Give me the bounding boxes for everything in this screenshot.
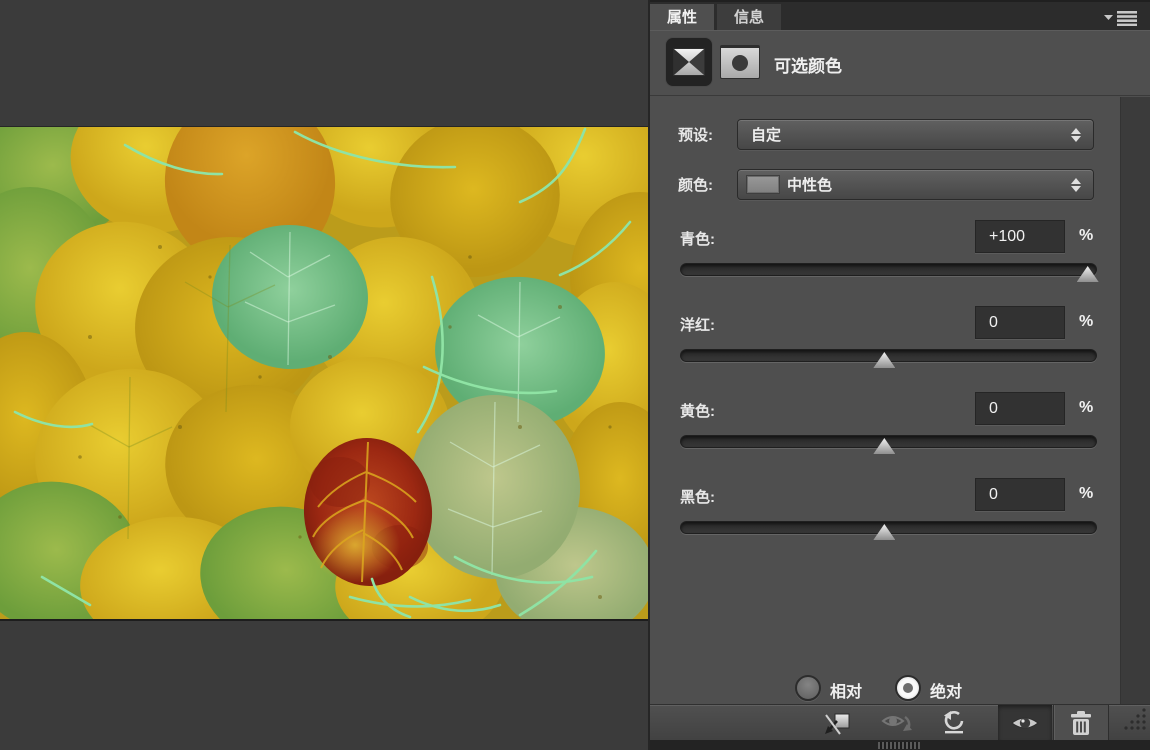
magenta-slider-thumb[interactable] (873, 352, 896, 368)
visibility-eye-icon[interactable] (998, 705, 1052, 741)
preset-label: 预设: (678, 127, 713, 144)
black-slider-group: 黑色: 0 % (650, 478, 1120, 564)
selective-color-adjustment-icon[interactable] (666, 38, 712, 86)
panel-bottom-strip (650, 740, 1150, 750)
cyan-label: 青色: (680, 231, 715, 248)
black-slider-thumb[interactable] (873, 524, 896, 540)
black-label: 黑色: (680, 489, 715, 506)
panel-scrollbar-track[interactable] (1120, 97, 1150, 704)
layer-mask-icon[interactable] (720, 45, 760, 79)
tab-info[interactable]: 信息 (717, 4, 781, 32)
panel-resize-grip-icon[interactable] (1123, 707, 1147, 736)
reset-icon[interactable] (932, 705, 976, 741)
cyan-slider-group: 青色: +100 % (650, 220, 1120, 306)
panel-drag-handle[interactable] (878, 742, 920, 749)
cyan-slider-thumb[interactable] (1076, 266, 1099, 282)
magenta-slider-track[interactable] (680, 349, 1097, 368)
magenta-value-field[interactable]: 0 (975, 306, 1065, 339)
absolute-radio[interactable] (895, 675, 921, 701)
magenta-slider-group: 洋红: 0 % (650, 306, 1120, 392)
yellow-unit: % (1079, 399, 1094, 416)
magenta-unit: % (1079, 313, 1094, 330)
dropdown-arrows-icon (1071, 127, 1082, 143)
color-label: 颜色: (678, 177, 713, 194)
view-previous-state-icon[interactable] (877, 705, 921, 741)
relative-radio[interactable] (795, 675, 821, 701)
black-value-field[interactable]: 0 (975, 478, 1065, 511)
neutral-color-swatch (747, 176, 779, 193)
color-value: 中性色 (787, 177, 833, 194)
yellow-label: 黄色: (680, 403, 715, 420)
cyan-slider-track[interactable] (680, 263, 1099, 282)
tab-properties[interactable]: 属性 (650, 4, 714, 32)
cyan-value-field[interactable]: +100 (975, 220, 1065, 253)
delete-trash-icon[interactable] (1053, 705, 1109, 741)
adjustment-title: 可选颜色 (774, 57, 842, 76)
mask-dot (732, 55, 748, 71)
panel-footer-toolbar (650, 704, 1150, 741)
clip-to-layer-icon[interactable] (815, 705, 859, 741)
black-slider-track[interactable] (680, 521, 1097, 540)
method-radio-row: 相对 绝对 (650, 675, 1120, 703)
panel-tab-bar: 属性 信息 (650, 0, 1150, 32)
absolute-radio-label[interactable]: 绝对 (930, 678, 962, 702)
panel-content: 预设: 自定 颜色: 中性色 青色: +100 % 洋红: 0 % 黄色: 0 … (650, 97, 1150, 704)
adjustment-header: 可选颜色 (650, 30, 1150, 96)
yellow-slider-track[interactable] (680, 435, 1097, 454)
document-image[interactable] (0, 127, 648, 619)
yellow-value-field[interactable]: 0 (975, 392, 1065, 425)
properties-panel: 属性 信息 可选颜色 预设: 自定 颜色: 中性色 青色: +100 % 洋红:… (648, 0, 1150, 750)
yellow-slider-group: 黄色: 0 % (650, 392, 1120, 478)
preset-dropdown[interactable]: 自定 (737, 119, 1094, 150)
document-canvas-area (0, 0, 648, 750)
dropdown-arrows-icon (1071, 177, 1082, 193)
preset-value: 自定 (751, 127, 782, 144)
cyan-unit: % (1079, 227, 1094, 244)
magenta-label: 洋红: (680, 317, 715, 334)
black-unit: % (1079, 485, 1094, 502)
yellow-slider-thumb[interactable] (873, 438, 896, 454)
color-dropdown[interactable]: 中性色 (737, 169, 1094, 200)
panel-menu-icon[interactable] (1104, 10, 1140, 27)
relative-radio-label[interactable]: 相对 (830, 678, 862, 702)
leaves-photo-illustration (0, 127, 648, 619)
